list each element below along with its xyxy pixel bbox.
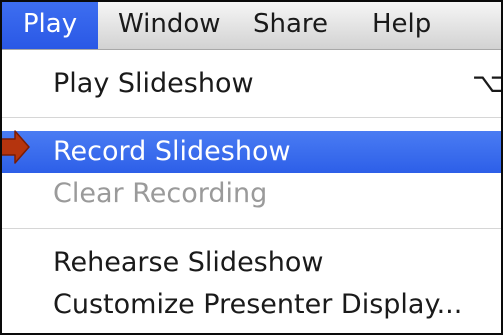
menu-screenshot-frame: Play Window Share Help Play Slideshow ⌥⌘… — [0, 0, 503, 335]
play-slideshow-shortcut: ⌥⌘ — [472, 68, 503, 99]
menubar-share[interactable]: Share — [253, 2, 328, 49]
menu-separator — [2, 228, 501, 229]
menubar-window[interactable]: Window — [118, 2, 221, 49]
red-arrow-icon — [2, 130, 30, 164]
menubar-play[interactable]: Play — [2, 2, 98, 49]
menu-item-rehearse-slideshow[interactable]: Rehearse Slideshow — [2, 242, 501, 284]
menu-item-label: Play Slideshow — [53, 68, 254, 99]
menu-item-label: Rehearse Slideshow — [53, 247, 324, 278]
menu-item-label: Record Slideshow — [53, 136, 291, 167]
menu-item-label: Clear Recording — [53, 178, 268, 209]
menu-separator — [2, 117, 501, 118]
menubar-help[interactable]: Help — [372, 2, 431, 49]
menu-item-label: Customize Presenter Display... — [53, 289, 463, 320]
menu-item-customize-presenter-display[interactable]: Customize Presenter Display... — [2, 284, 501, 326]
menu-bar: Play Window Share Help — [2, 2, 501, 50]
menu-item-record-slideshow[interactable]: Record Slideshow — [2, 131, 501, 173]
menu-item-clear-recording: Clear Recording — [2, 173, 501, 215]
menu-item-play-slideshow[interactable]: Play Slideshow ⌥⌘ — [2, 63, 501, 105]
